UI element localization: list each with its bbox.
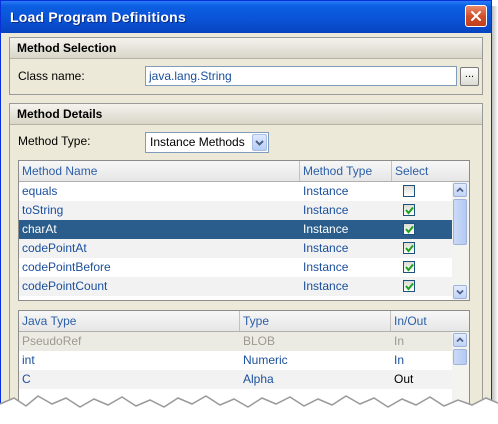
method-selection-header: Method Selection: [10, 38, 482, 59]
param-type: BLOB: [243, 334, 276, 348]
method-type: Instance: [303, 279, 349, 293]
method-type: Instance: [303, 222, 349, 236]
select-checkbox[interactable]: [403, 185, 415, 197]
table-row[interactable]: int Numeric In: [19, 351, 454, 370]
window-shadow: [492, 6, 498, 408]
col-method-name[interactable]: Method Name: [19, 161, 300, 181]
java-type: int: [22, 353, 35, 367]
method-type-select[interactable]: Instance Methods: [145, 132, 269, 153]
java-type: C: [22, 372, 31, 386]
java-type: PseudoRef: [22, 334, 82, 348]
chevron-down-icon[interactable]: [252, 134, 267, 151]
method-type: Instance: [303, 203, 349, 217]
col-method-type[interactable]: Method Type: [300, 161, 392, 181]
method-type: Instance: [303, 184, 349, 198]
method-type-label: Method Type:: [18, 134, 91, 148]
torn-edge-effect: [0, 395, 498, 424]
class-name-label: Class name:: [18, 69, 85, 83]
method-name: charAt: [22, 222, 57, 236]
parameters-table-header: Java Type Type In/Out: [19, 311, 469, 332]
method-type: Instance: [303, 260, 349, 274]
checkmark-icon: [405, 206, 414, 215]
table-row[interactable]: toString Instance: [19, 201, 454, 220]
checkmark-icon: [405, 263, 414, 272]
param-type: Numeric: [243, 353, 288, 367]
table-row[interactable]: codePointBefore Instance: [19, 258, 454, 277]
select-checkbox[interactable]: [403, 242, 415, 254]
select-checkbox[interactable]: [403, 204, 415, 216]
methods-table: Method Name Method Type Select equals In…: [18, 160, 470, 301]
method-selection-panel: Method Selection Class name: java.lang.S…: [9, 37, 483, 95]
checkmark-icon: [405, 225, 414, 234]
scroll-thumb[interactable]: [453, 199, 467, 245]
method-name: codePointCount: [22, 279, 108, 293]
chevron-up-icon: [456, 337, 464, 343]
method-name: codePointBefore: [22, 260, 111, 274]
methods-vertical-scrollbar[interactable]: [452, 182, 469, 300]
scroll-thumb[interactable]: [453, 349, 467, 365]
method-type-value: Instance Methods: [150, 135, 245, 149]
select-checkbox[interactable]: [403, 261, 415, 273]
param-in-out: In: [394, 334, 405, 348]
col-in-out[interactable]: In/Out: [391, 311, 469, 331]
table-row[interactable]: codePointCount Instance: [19, 277, 454, 296]
window-title: Load Program Definitions: [10, 9, 186, 25]
checkmark-icon: [405, 282, 414, 291]
load-program-definitions-dialog: Load Program Definitions Method Selectio…: [0, 0, 492, 408]
class-name-input[interactable]: java.lang.String: [145, 66, 457, 86]
title-bar[interactable]: Load Program Definitions: [1, 1, 491, 33]
select-checkbox[interactable]: [403, 280, 415, 292]
table-row[interactable]: codePointAt Instance: [19, 239, 454, 258]
col-select[interactable]: Select: [392, 161, 469, 181]
browse-class-button[interactable]: ...: [460, 67, 479, 86]
table-row[interactable]: C Alpha Out: [19, 370, 454, 389]
param-type: Alpha: [243, 372, 274, 386]
scroll-up-button[interactable]: [453, 333, 467, 347]
close-icon: [471, 11, 481, 21]
method-type: Instance: [303, 241, 349, 255]
method-name: equals: [22, 184, 58, 198]
method-name: toString: [22, 203, 64, 217]
method-details-header: Method Details: [10, 104, 482, 125]
param-in-out: In: [394, 353, 405, 367]
col-java-type[interactable]: Java Type: [19, 311, 240, 331]
chevron-down-icon: [456, 289, 464, 295]
col-type[interactable]: Type: [240, 311, 391, 331]
table-row[interactable]: PseudoRef BLOB In: [19, 332, 454, 351]
methods-table-header: Method Name Method Type Select: [19, 161, 469, 182]
param-in-out: Out: [394, 372, 414, 386]
table-row[interactable]: equals Instance: [19, 182, 454, 201]
scroll-down-button[interactable]: [453, 285, 467, 299]
checkmark-icon: [405, 244, 414, 253]
chevron-up-icon: [456, 187, 464, 193]
method-details-panel: Method Details Method Type: Instance Met…: [9, 103, 483, 407]
scroll-up-button[interactable]: [453, 183, 467, 197]
table-row[interactable]: charAt Instance: [19, 220, 454, 239]
method-name: codePointAt: [22, 241, 87, 255]
close-button[interactable]: [465, 5, 487, 27]
select-checkbox[interactable]: [403, 223, 415, 235]
